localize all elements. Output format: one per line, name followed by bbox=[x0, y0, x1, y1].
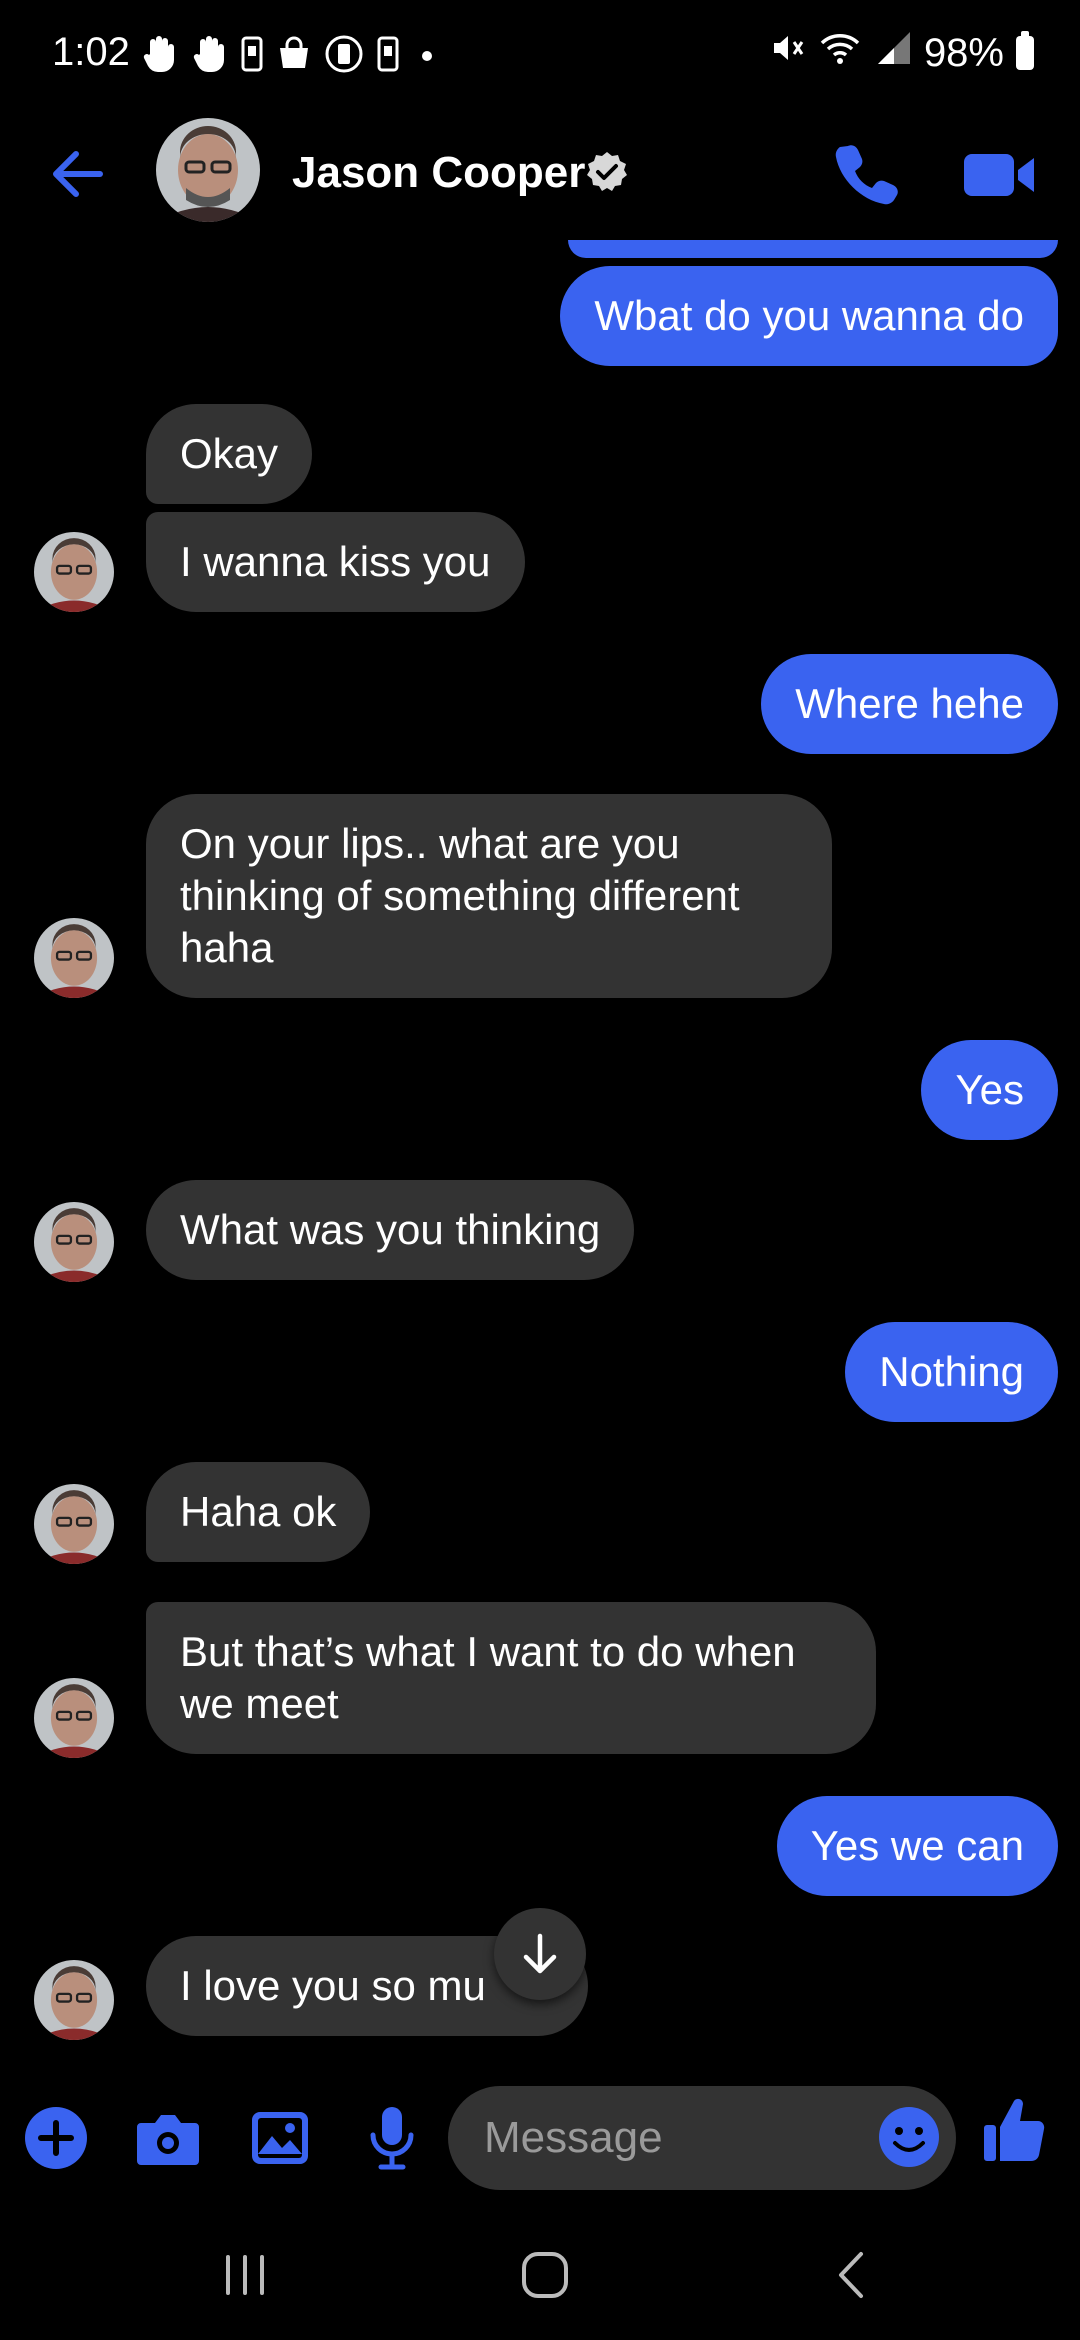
dot-icon bbox=[412, 36, 442, 77]
message-bubble-incoming[interactable]: But that’s what I want to do when we mee… bbox=[146, 1602, 876, 1754]
partial-outgoing-bubble bbox=[568, 240, 1058, 258]
contact-name[interactable]: Jason Cooper bbox=[292, 148, 585, 198]
thumbs-up-icon bbox=[984, 2098, 1045, 2161]
video-camera-icon bbox=[964, 154, 1034, 196]
scroll-to-bottom-button[interactable] bbox=[494, 1908, 586, 2000]
mute-icon bbox=[770, 30, 806, 76]
hand-icon bbox=[190, 34, 228, 79]
phone-call-icon bbox=[835, 145, 898, 205]
sender-avatar[interactable] bbox=[34, 1202, 114, 1282]
system-nav-bar bbox=[0, 2210, 1080, 2340]
recent-apps-button[interactable] bbox=[200, 2240, 290, 2310]
status-system-icons: 98% bbox=[770, 30, 1034, 76]
status-notification-icons bbox=[140, 34, 442, 79]
home-button[interactable] bbox=[500, 2240, 590, 2310]
message-list[interactable]: Wbat do you wanna do Okay I wanna kiss y… bbox=[0, 240, 1080, 2060]
signal-icon bbox=[874, 30, 912, 76]
avatar-photo-icon bbox=[156, 118, 260, 222]
avatar-photo-icon bbox=[34, 1960, 114, 2040]
message-bubble-outgoing[interactable]: Where hehe bbox=[761, 654, 1058, 754]
recent-apps-icon bbox=[226, 2255, 264, 2295]
gallery-button[interactable] bbox=[240, 2098, 320, 2178]
camera-icon bbox=[137, 2115, 199, 2165]
video-call-button[interactable] bbox=[962, 140, 1038, 208]
plus-icon bbox=[25, 2107, 87, 2169]
phone-icon bbox=[240, 36, 264, 77]
like-button[interactable] bbox=[974, 2090, 1054, 2170]
avatar-photo-icon bbox=[34, 532, 114, 612]
verified-badge-icon bbox=[585, 150, 629, 194]
status-time: 1:02 bbox=[52, 30, 130, 74]
message-bubble-incoming[interactable]: I wanna kiss you bbox=[146, 512, 525, 612]
message-bubble-incoming[interactable]: What was you thinking bbox=[146, 1180, 635, 1280]
sender-avatar[interactable] bbox=[34, 532, 114, 612]
battery-text: 98% bbox=[923, 30, 1004, 75]
hand-icon bbox=[140, 34, 178, 79]
voice-message-button[interactable] bbox=[352, 2098, 432, 2178]
arrow-left-icon bbox=[53, 151, 103, 197]
message-bubble-incoming[interactable]: On your lips.. what are you thinking of … bbox=[146, 794, 832, 998]
microphone-icon bbox=[370, 2107, 414, 2170]
camera-button[interactable] bbox=[128, 2098, 208, 2178]
message-composer: Message bbox=[0, 2070, 1080, 2210]
chevron-left-icon bbox=[839, 2252, 863, 2298]
contact-avatar[interactable] bbox=[156, 118, 260, 222]
sender-avatar[interactable] bbox=[34, 918, 114, 998]
bag-icon bbox=[276, 36, 312, 77]
message-bubble-outgoing[interactable]: Yes we can bbox=[776, 1796, 1058, 1896]
voice-call-button[interactable] bbox=[830, 138, 902, 210]
back-nav-button[interactable] bbox=[806, 2240, 896, 2310]
message-bubble-incoming[interactable]: Okay bbox=[146, 404, 313, 504]
message-bubble-incoming[interactable]: Haha ok bbox=[146, 1462, 371, 1562]
chat-header: Jason Cooper bbox=[0, 110, 1080, 240]
sender-avatar[interactable] bbox=[34, 1484, 114, 1564]
message-bubble-outgoing[interactable]: Wbat do you wanna do bbox=[560, 266, 1058, 366]
image-icon bbox=[252, 2112, 308, 2164]
sender-avatar[interactable] bbox=[34, 1678, 114, 1758]
phone-icon bbox=[376, 36, 400, 77]
avatar-photo-icon bbox=[34, 1484, 114, 1564]
battery-icon bbox=[1016, 31, 1034, 70]
avatar-photo-icon bbox=[34, 1202, 114, 1282]
message-placeholder: Message bbox=[484, 2113, 663, 2162]
home-icon bbox=[522, 2252, 568, 2298]
avatar-photo-icon bbox=[34, 1678, 114, 1758]
message-bubble-outgoing[interactable]: Yes bbox=[921, 1040, 1058, 1140]
emoji-button[interactable] bbox=[876, 2104, 942, 2170]
circle-phone-icon bbox=[324, 34, 364, 79]
messenger-screen: 1:02 98% Jason Cooper Wbat do you wanna … bbox=[0, 0, 1080, 2340]
emoji-icon bbox=[879, 2107, 939, 2167]
message-bubble-outgoing[interactable]: Nothing bbox=[845, 1322, 1058, 1422]
avatar-photo-icon bbox=[34, 918, 114, 998]
wifi-icon bbox=[818, 30, 862, 76]
sender-avatar[interactable] bbox=[34, 1960, 114, 2040]
back-button[interactable] bbox=[44, 138, 116, 210]
add-button[interactable] bbox=[16, 2098, 96, 2178]
status-bar: 1:02 98% bbox=[0, 0, 1080, 110]
arrow-down-icon bbox=[523, 1933, 557, 1974]
